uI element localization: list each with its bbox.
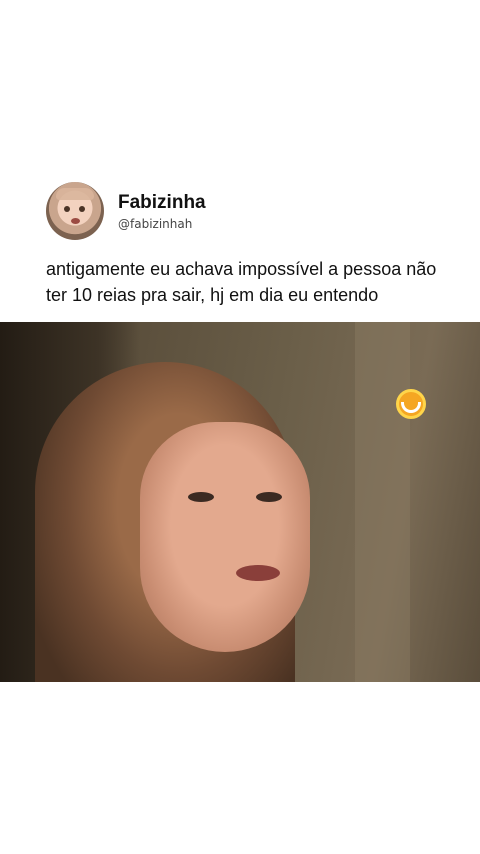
post-header: Fabizinha @fabizinhah [46, 182, 206, 240]
post-caption: antigamente eu achava impossível a pesso… [46, 259, 437, 305]
video-player[interactable] [0, 322, 480, 682]
avatar-eye-right [79, 206, 85, 212]
video-background-door [355, 322, 410, 682]
avatar-hair [56, 188, 94, 200]
avatar-eye-left [64, 206, 70, 212]
profile-name[interactable]: Fabizinha [118, 192, 206, 214]
avatar[interactable] [46, 182, 104, 240]
avatar-mouth [71, 218, 80, 224]
video-eye-right [256, 492, 282, 502]
post-card: Fabizinha @fabizinhah antigamente eu ach… [0, 0, 480, 854]
video-mouth [236, 565, 280, 581]
video-face [140, 422, 310, 652]
smile-logo-icon [396, 389, 426, 419]
profile-handle[interactable]: @fabizinhah [118, 217, 206, 231]
profile-names: Fabizinha @fabizinhah [118, 192, 206, 231]
video-eye-left [188, 492, 214, 502]
smile-icon-curve [401, 401, 421, 413]
